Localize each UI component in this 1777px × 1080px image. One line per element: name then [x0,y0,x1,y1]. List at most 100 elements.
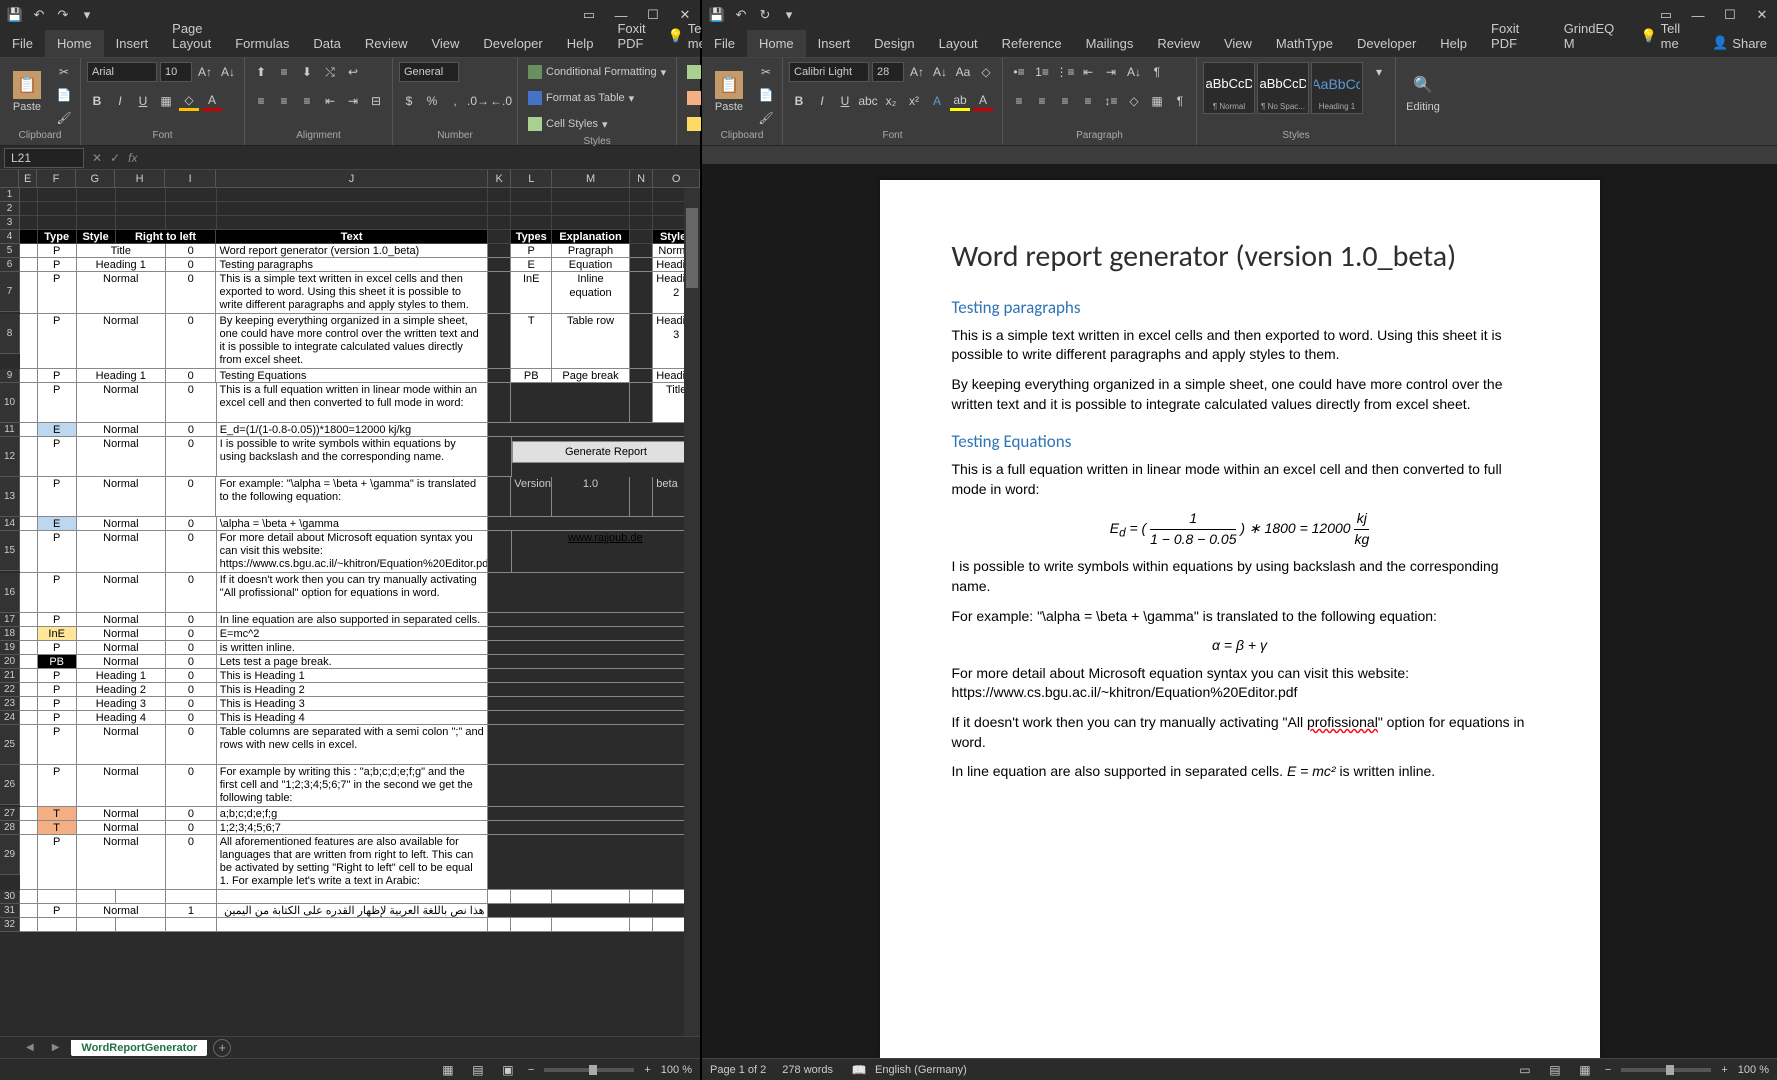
indent-dec-icon[interactable]: ⇤ [1078,62,1098,82]
col-header[interactable]: K [488,170,511,188]
font-size-select[interactable]: 28 [872,62,904,82]
ruler[interactable] [702,146,1777,164]
table-row[interactable]: 15 P Normal 0 For more detail about Micr… [0,531,700,573]
sheet-nav-first-icon[interactable]: ◀ [20,1042,40,1053]
tab-file[interactable]: File [0,30,45,57]
paste-button[interactable]: 📋 Paste [6,62,48,120]
zoom-slider[interactable] [544,1068,634,1072]
zoom-slider[interactable] [1621,1068,1711,1072]
tab-layout[interactable]: Layout [927,30,990,57]
new-sheet-icon[interactable]: + [213,1039,231,1057]
zoom-in-icon[interactable]: + [1721,1064,1727,1076]
indent-inc-icon[interactable]: ⇥ [1101,62,1121,82]
styles-expand-icon[interactable]: ▾ [1369,62,1389,82]
table-row[interactable]: 18 InE Normal 0 E=mc^2 [0,627,700,641]
sheet-nav-prev-icon[interactable]: ▶ [46,1042,66,1053]
zoom-out-icon[interactable]: − [528,1064,534,1076]
format-painter-icon[interactable]: 🖌 [756,108,776,128]
italic-icon[interactable]: I [110,91,130,111]
table-row[interactable]: 5 P Title 0 Word report generator (versi… [0,244,700,258]
formula-input[interactable] [145,148,700,168]
tab-insert[interactable]: Insert [104,30,161,57]
text-effects-icon[interactable]: A [927,91,947,111]
tab-insert[interactable]: Insert [806,30,863,57]
font-size-select[interactable]: 10 [160,62,192,82]
col-header[interactable]: H [115,170,166,188]
col-header[interactable]: I [165,170,216,188]
italic-icon[interactable]: I [812,91,832,111]
language[interactable]: English (Germany) [875,1064,967,1076]
shading-icon[interactable]: ◇ [1124,91,1144,111]
undo-icon[interactable]: ↶ [734,8,748,22]
comma-icon[interactable]: , [445,91,465,111]
normal-view-icon[interactable]: ▦ [438,1060,458,1080]
merge-icon[interactable]: ⊟ [366,91,386,111]
table-row[interactable]: 30 [0,890,700,904]
underline-icon[interactable]: U [133,91,153,111]
table-row[interactable]: 8 P Normal 0 By keeping everything organ… [0,314,700,369]
copy-icon[interactable]: 📄 [54,85,74,105]
superscript-icon[interactable]: x² [904,91,924,111]
tab-formulas[interactable]: Formulas [223,30,301,57]
table-row[interactable]: 26 P Normal 0 For example by writing thi… [0,765,700,807]
qat-dropdown-icon[interactable]: ▾ [782,8,796,22]
table-row[interactable]: 16 P Normal 0 If it doesn't work then yo… [0,573,700,613]
tab-grindeq-m[interactable]: GrindEQ M [1552,15,1631,57]
align-left-icon[interactable]: ≡ [1009,91,1029,111]
vertical-scrollbar[interactable] [684,188,700,1036]
tab-home[interactable]: Home [45,30,104,57]
percent-icon[interactable]: % [422,91,442,111]
sheet-tab[interactable]: WordReportGenerator [71,1040,207,1056]
paste-button[interactable]: 📋 Paste [708,62,750,120]
spelling-icon[interactable]: 📖 [849,1060,869,1080]
font-name-select[interactable]: Arial [87,62,157,82]
fx-icon[interactable]: fx [128,151,137,165]
table-row[interactable]: 31 P Normal 1 هذا نص باللغة العربية لإظه… [0,904,700,918]
increase-font-icon[interactable]: A↑ [195,62,215,82]
col-header[interactable]: J [216,170,488,188]
ribbon-options-icon[interactable]: ▭ [582,8,596,22]
bold-icon[interactable]: B [789,91,809,111]
format-painter-icon[interactable]: 🖌 [54,108,74,128]
save-icon[interactable]: 💾 [710,8,724,22]
table-row[interactable]: 27 T Normal 0 a;b;c;d;e;f;g [0,807,700,821]
zoom-level[interactable]: 100 % [1738,1064,1769,1076]
number-format-select[interactable]: General [399,62,459,82]
excel-grid[interactable]: EFGHIJKLMNO 1234TypeStyleRight to leftTe… [0,170,700,1036]
table-row[interactable]: 19 P Normal 0 is written inline. [0,641,700,655]
tab-reference[interactable]: Reference [990,30,1074,57]
align-right-icon[interactable]: ≡ [297,91,317,111]
table-row[interactable]: 12 P Normal 0 I is possible to write sym… [0,437,700,477]
show-marks-icon[interactable]: ¶ [1147,62,1167,82]
font-name-select[interactable]: Calibri Light [789,62,869,82]
tab-foxit-pdf[interactable]: Foxit PDF [605,15,657,57]
tab-review[interactable]: Review [1145,30,1212,57]
web-layout-icon[interactable]: ▦ [1575,1060,1595,1080]
bold-icon[interactable]: B [87,91,107,111]
website-link[interactable]: www.rajjoub.de [512,531,700,573]
cut-icon[interactable]: ✂ [756,62,776,82]
redo-icon[interactable]: ↷ [56,8,70,22]
tab-help[interactable]: Help [555,30,606,57]
orientation-icon[interactable]: ⤭ [320,62,340,82]
tab-data[interactable]: Data [301,30,352,57]
wrap-text-icon[interactable]: ↩ [343,62,363,82]
align-center-icon[interactable]: ≡ [1032,91,1052,111]
tab-help[interactable]: Help [1428,30,1479,57]
redo-icon[interactable]: ↻ [758,8,772,22]
document-area[interactable]: Word report generator (version 1.0_beta)… [702,164,1777,1058]
read-mode-icon[interactable]: ▭ [1515,1060,1535,1080]
editing-button[interactable]: 🔍 Editing [1402,62,1444,120]
col-header[interactable]: G [76,170,115,188]
style-box[interactable]: AaBbCcHeading 1 [1311,62,1363,114]
format-as-table-button[interactable]: Format as Table ▾ [524,88,638,108]
bullets-icon[interactable]: •≡ [1009,62,1029,82]
cell-styles-button[interactable]: Cell Styles ▾ [524,114,612,134]
tab-developer[interactable]: Developer [471,30,554,57]
zoom-out-icon[interactable]: − [1605,1064,1611,1076]
font-color-icon[interactable]: A [202,91,222,111]
copy-icon[interactable]: 📄 [756,85,776,105]
tab-mailings[interactable]: Mailings [1074,30,1146,57]
cancel-formula-icon[interactable]: ✕ [92,151,102,165]
indent-dec-icon[interactable]: ⇤ [320,91,340,111]
